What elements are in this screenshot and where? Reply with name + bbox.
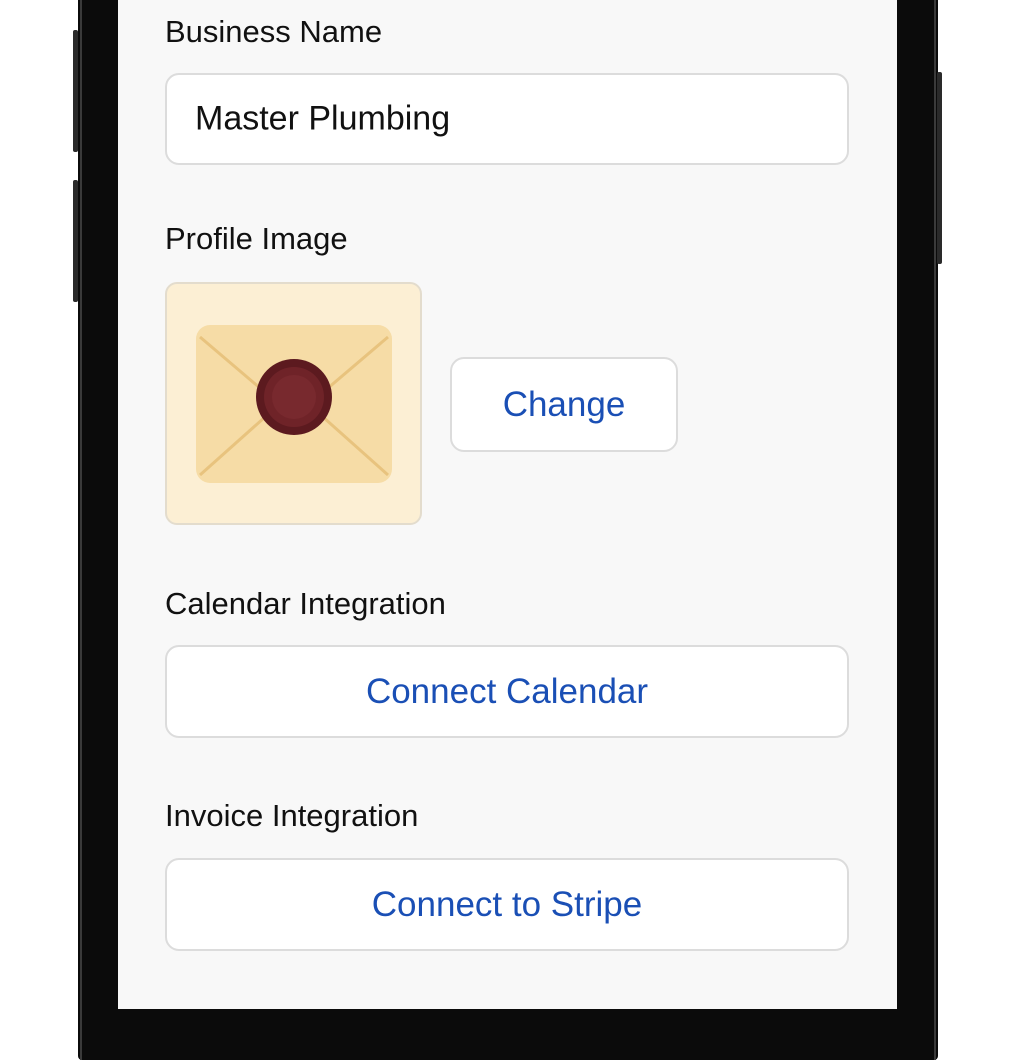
profile-image-preview [165, 282, 422, 525]
connect-calendar-button[interactable]: Connect Calendar [165, 645, 849, 738]
side-button-upper [73, 30, 78, 152]
invoice-integration-label: Invoice Integration [165, 798, 419, 833]
power-button [937, 72, 942, 264]
change-image-button[interactable]: Change [450, 357, 678, 452]
profile-image-label: Profile Image [165, 221, 348, 256]
side-button-lower [73, 180, 78, 302]
envelope-wax-seal-icon [196, 325, 392, 483]
business-name-label: Business Name [165, 14, 383, 49]
connect-stripe-button[interactable]: Connect to Stripe [165, 858, 849, 951]
settings-screen: Business Name Master Plumbing Profile Im… [118, 0, 897, 1009]
calendar-integration-label: Calendar Integration [165, 586, 446, 621]
business-name-field[interactable]: Master Plumbing [165, 73, 849, 165]
business-name-value: Master Plumbing [195, 99, 451, 138]
